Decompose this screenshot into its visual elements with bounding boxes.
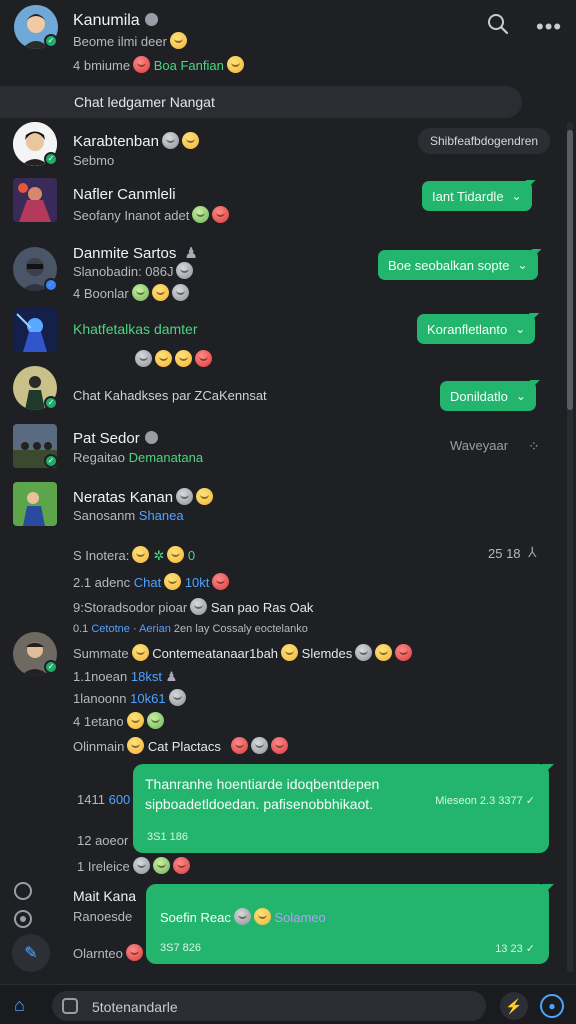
chat-sub: Regaitao Demanatana xyxy=(73,450,204,465)
sticker-icon[interactable]: ⚡ xyxy=(500,992,528,1020)
chat-tag[interactable]: Shibfeafbdogendren xyxy=(418,128,551,154)
compose-button[interactable]: ✎ xyxy=(12,934,50,972)
chevron-down-icon: ⌄ xyxy=(515,389,526,403)
message-meta: Mieseon 2.3 3377 ✓ xyxy=(435,795,535,807)
timer-icon[interactable] xyxy=(14,882,32,900)
chevron-down-icon: ⌄ xyxy=(517,258,528,272)
face-emoji-icon xyxy=(161,132,179,149)
chat-row[interactable]: Neratas Kanan Sanosanm Shanea xyxy=(0,482,560,532)
detail-line: 4 1etano xyxy=(73,712,164,729)
angry-emoji-icon xyxy=(133,56,151,73)
detail-line: 1lanoonn 10k61 xyxy=(73,689,186,706)
read-check-icon: ✓ xyxy=(525,943,535,955)
message-below-label: 1 Ireleice xyxy=(77,857,190,874)
smile-emoji-icon xyxy=(151,284,169,301)
verified-icon: ✓ xyxy=(44,660,58,674)
message-text: Soefin Reac Solameo xyxy=(160,908,326,925)
message-sender: Mait Kana xyxy=(73,888,137,904)
chat-action-button[interactable]: Koranfletlanto ⌄ xyxy=(417,314,536,344)
stat-time: 25 18 xyxy=(488,546,521,561)
stat-line: 0.1 Cetotne · Aerian 2en lay Cossaly eoc… xyxy=(73,623,308,635)
chat-name: Karabtenban xyxy=(73,132,199,150)
chat-sub: Slanobadin: 086J xyxy=(73,262,194,279)
home-icon[interactable]: ⌂ xyxy=(14,995,25,1016)
scrollbar-thumb[interactable] xyxy=(567,130,573,410)
chat-sub: Sanosanm Shanea xyxy=(73,508,184,523)
verified-icon: ✓ xyxy=(44,34,58,48)
pin-icon: ♟ xyxy=(184,245,198,262)
smile-emoji-icon xyxy=(169,32,187,49)
stat-line: 9:Storadsodor pioar San pao Ras Oak xyxy=(73,598,314,615)
message-text: Thanranhe hoentiarde idoqbentdepen sipbo… xyxy=(145,776,380,812)
header-status: Beome ilmi deer xyxy=(73,32,187,49)
grid-icon[interactable]: ⁘ xyxy=(528,438,540,455)
chat-row[interactable]: ✓ Chat Kahadkses par ZCaKennsat Donildat… xyxy=(0,366,560,416)
chat-row[interactable]: Khatfetalkas damter Koranfletlanto ⌄ xyxy=(0,308,560,372)
chat-action-button[interactable]: Boe seobalkan sopte ⌄ xyxy=(378,250,538,280)
angry-emoji-icon xyxy=(212,206,230,223)
message-input[interactable]: 5totenandarle xyxy=(52,991,486,1021)
grin-emoji-icon xyxy=(226,56,244,73)
input-text: 5totenandarle xyxy=(92,999,178,1015)
more-icon[interactable]: ••• xyxy=(536,14,562,40)
mic-icon[interactable]: ● xyxy=(540,994,564,1018)
avatar xyxy=(13,308,57,352)
message-side-label: 1411 600 xyxy=(77,792,131,807)
message-side-label: Ranoesde xyxy=(73,909,133,924)
chat-row[interactable]: ✓ Danmite Sartos ♟ Slanobadin: 086J 4 Boo… xyxy=(0,242,560,302)
chat-name: Chat Kahadkses par ZCaKennsat xyxy=(73,388,267,403)
verified-icon: ✓ xyxy=(44,278,58,292)
face-emoji-icon xyxy=(176,262,194,279)
chat-sub: Sebmo xyxy=(73,153,115,168)
attach-icon[interactable] xyxy=(62,998,78,1014)
stat-line: 2.1 adenc Chat 10kt xyxy=(73,573,230,590)
message-side-label: Olarnteo xyxy=(73,944,143,961)
chat-row[interactable]: ✓ Karabtenban Sebmo Shibfeafbdogendren xyxy=(0,122,560,174)
read-check-icon: ✓ xyxy=(525,795,535,807)
chat-name: Neratas Kanan xyxy=(73,488,214,506)
header-meta: 4 bmiume Boa Fanfian xyxy=(73,56,244,73)
search-bar[interactable]: Chat ledgamer Nangat xyxy=(0,86,522,118)
chat-row[interactable]: Nafler Canmleli Seofany Inanot adet Iant… xyxy=(0,178,560,228)
verified-icon xyxy=(144,13,158,26)
verified-icon: ✓ xyxy=(44,454,58,468)
message-sub: 3S1 186 xyxy=(147,831,188,843)
chat-row[interactable]: ✓ Pat Sedor Regaitao Demanatana Waveyaar… xyxy=(0,424,560,474)
verified-icon: ✓ xyxy=(44,152,58,166)
message-bubble[interactable]: Soefin Reac Solameo 3S7 826 13 23 ✓ xyxy=(146,884,549,964)
message-bubble[interactable]: Thanranhe hoentiarde idoqbentdepen sipbo… xyxy=(133,764,549,853)
chat-action-button[interactable]: Iant Tidardle ⌄ xyxy=(422,181,532,211)
message-below-label: 12 aoeor xyxy=(77,833,129,848)
chevron-down-icon: ⌄ xyxy=(515,322,526,336)
message-sub: 3S7 826 xyxy=(160,942,201,954)
face-emoji-icon xyxy=(192,206,210,223)
chat-name: Khatfetalkas damter xyxy=(73,321,198,337)
search-bar-text: Chat ledgamer Nangat xyxy=(74,94,215,110)
stat-line: S Inotera: ✲ 0 xyxy=(73,546,196,563)
avatar xyxy=(13,178,57,222)
header-title: Kanumila xyxy=(73,12,158,30)
radio-icon[interactable] xyxy=(14,910,32,928)
smile-emoji-icon xyxy=(181,132,199,149)
detail-line: Olinmain Cat Plactacs xyxy=(73,737,288,754)
chat-action-button[interactable]: Donildatlo ⌄ xyxy=(440,381,536,411)
chevron-down-icon: ⌄ xyxy=(511,189,522,203)
face-emoji-icon xyxy=(131,284,149,301)
avatar xyxy=(13,482,57,526)
chat-sub: Seofany Inanot adet xyxy=(73,206,230,223)
message-time: 13 23 ✓ xyxy=(495,943,535,955)
share-icon[interactable]: ⅄ xyxy=(528,544,537,561)
detail-line: Summate Contemeatanaar1bah Slemdes xyxy=(73,644,413,661)
face-emoji-icon xyxy=(171,284,189,301)
chat-name: Nafler Canmleli xyxy=(73,186,176,203)
search-icon[interactable] xyxy=(487,13,509,40)
chat-sub-2: 4 Boonlar xyxy=(73,284,189,301)
verified-icon xyxy=(144,431,158,444)
chat-name: Danmite Sartos ♟ xyxy=(73,245,198,262)
detail-line: 1.1noean 18kst ♟ xyxy=(73,669,178,684)
pen-icon: ✎ xyxy=(24,945,38,962)
chat-name: Pat Sedor xyxy=(73,430,158,447)
chat-timestamp: Waveyaar xyxy=(450,438,509,453)
verified-icon: ✓ xyxy=(44,396,58,410)
